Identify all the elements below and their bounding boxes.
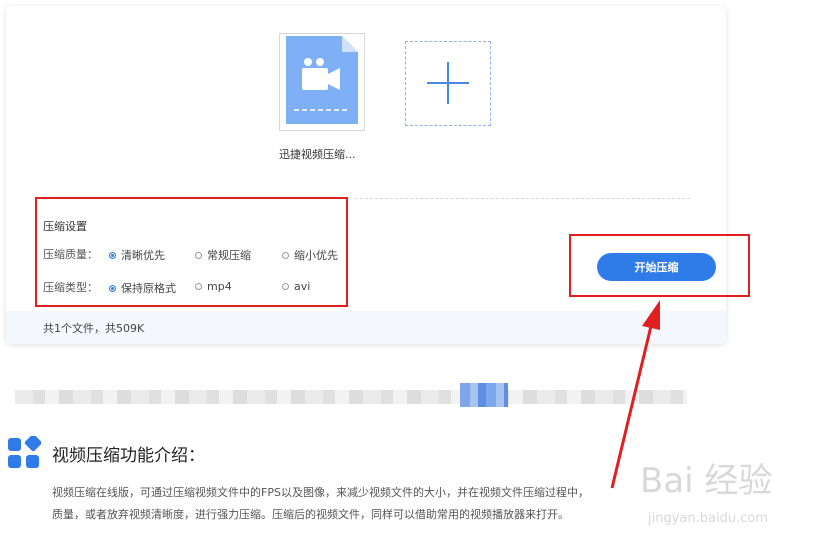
baidu-jingyan-watermark: Bai 经验 jingyan.baidu.com — [640, 461, 772, 526]
file-name: 迅捷视频压缩... — [279, 148, 356, 161]
radio-selected-icon — [109, 251, 116, 259]
add-file-button[interactable] — [405, 41, 491, 126]
quality-option-smaller[interactable]: 缩小优先 — [282, 247, 338, 263]
intro-title: 视频压缩功能介绍： — [52, 446, 205, 466]
section-divider — [355, 198, 690, 199]
quality-label: 压缩质量： — [43, 248, 98, 261]
type-option-mp4[interactable]: mp4 — [195, 280, 232, 293]
settings-title: 压缩设置 — [43, 220, 87, 233]
video-camera-file-icon — [286, 36, 358, 124]
quality-option-normal[interactable]: 常规压缩 — [195, 247, 251, 263]
radio-unselected-icon — [282, 283, 289, 290]
radio-unselected-icon — [282, 251, 289, 259]
start-compress-button[interactable]: 开始压缩 — [597, 253, 716, 281]
radio-selected-icon — [109, 284, 116, 292]
radio-unselected-icon — [195, 283, 202, 290]
file-summary: 共1个文件，共509K — [43, 322, 145, 335]
type-label: 压缩类型： — [43, 281, 98, 294]
watermark-brand: Bai 经验 — [640, 461, 772, 501]
radio-unselected-icon — [195, 251, 202, 259]
type-option-avi[interactable]: avi — [282, 280, 310, 293]
quality-option-clear[interactable]: 清晰优先 — [109, 247, 165, 263]
blurred-active-tab — [460, 383, 508, 407]
blurred-nav-strip — [15, 390, 687, 404]
feature-grid-icon — [8, 436, 41, 468]
type-option-original[interactable]: 保持原格式 — [109, 280, 176, 296]
plus-icon — [427, 62, 469, 104]
uploaded-file-card[interactable] — [279, 33, 365, 131]
watermark-url: jingyan.baidu.com — [647, 511, 768, 526]
